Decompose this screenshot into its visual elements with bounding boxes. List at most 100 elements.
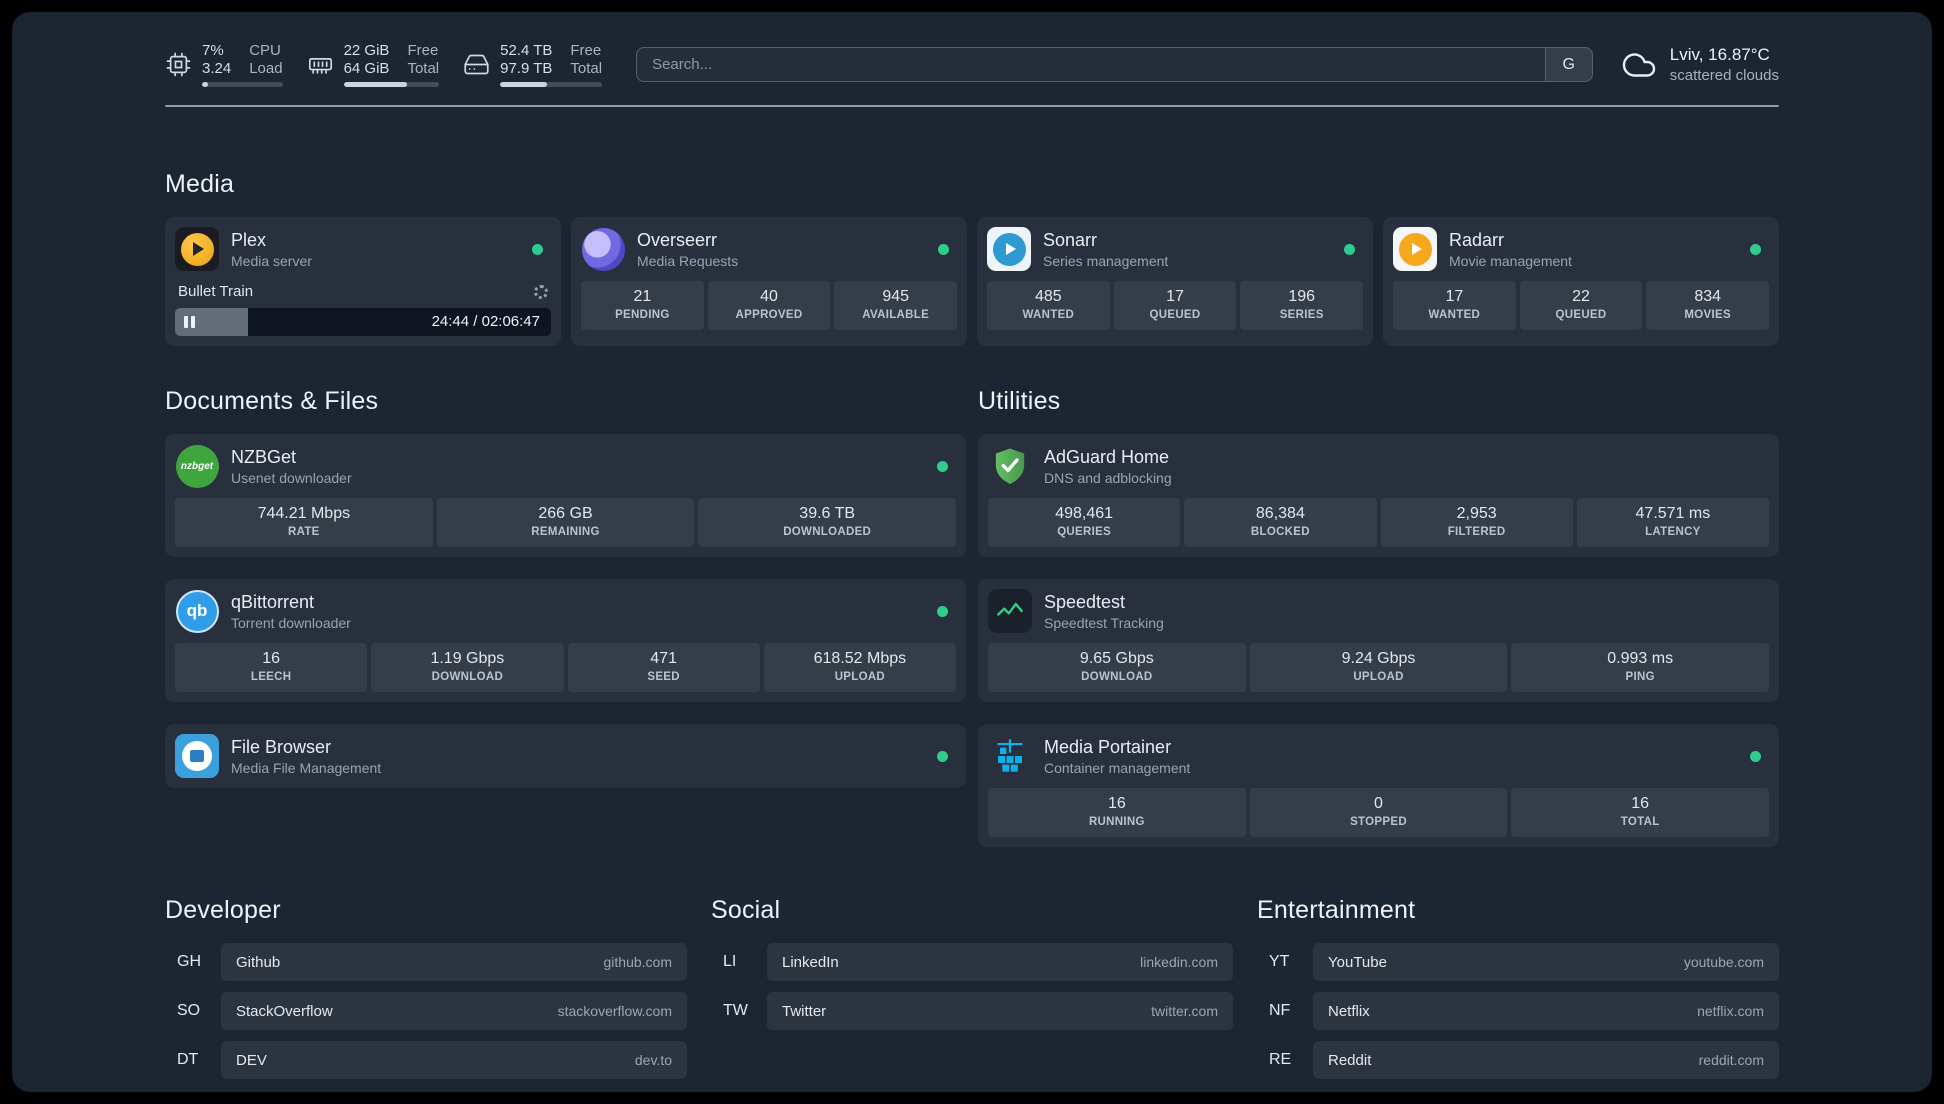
plex-now-playing: Bullet Train 24:44 / 02:06:47 [175, 281, 551, 336]
search-input[interactable] [637, 48, 1545, 81]
disk-label-1: Free [570, 42, 602, 59]
stat-block: 21 PENDING [581, 281, 704, 330]
search-provider-button[interactable]: G [1544, 48, 1592, 81]
bookmark-name: Netflix [1328, 1002, 1370, 1020]
service-card-overseerr[interactable]: Overseerr Media Requests 21 PENDING 40 A… [571, 217, 967, 346]
service-card-sonarr[interactable]: Sonarr Series management 485 WANTED 17 Q… [977, 217, 1373, 346]
stat-value: 744.21 Mbps [257, 505, 351, 522]
stat-value: 471 [650, 650, 677, 667]
service-card-adguard[interactable]: AdGuard Home DNS and adblocking 498,461 … [978, 434, 1779, 557]
bookmarks-area: Developer GH Github github.com SO StackO… [165, 895, 1779, 1092]
bookmark-group-social: Social LI LinkedIn linkedin.com TW Twitt… [711, 895, 1233, 1041]
stat-value: 0.993 ms [1607, 650, 1674, 667]
bookmark-dev[interactable]: DT DEV dev.to [165, 1041, 687, 1079]
service-title: AdGuard Home [1044, 446, 1170, 467]
resource-widgets: 7% CPU 3.24 Load 22 GiB Free 64 GiB Tota… [165, 42, 603, 87]
service-subtitle: Container management [1044, 759, 1191, 776]
gear-icon[interactable] [534, 284, 548, 299]
playback-progress-fill [175, 308, 249, 336]
bookmark-twitter[interactable]: TW Twitter twitter.com [711, 992, 1233, 1030]
memory-icon [307, 51, 334, 78]
service-card-portainer[interactable]: Media Portainer Container management 16 … [978, 724, 1779, 847]
service-card-radarr[interactable]: Radarr Movie management 17 WANTED 22 QUE… [1383, 217, 1779, 346]
pause-icon[interactable] [184, 316, 195, 328]
stat-value: 1.19 Gbps [430, 650, 505, 667]
stat-value: 86,384 [1255, 505, 1305, 522]
service-subtitle: Series management [1043, 252, 1169, 269]
bookmark-github[interactable]: GH Github github.com [165, 943, 687, 981]
stat-label: STOPPED [1350, 816, 1407, 828]
stat-value: 485 [1034, 288, 1062, 305]
status-dot-online [938, 243, 949, 255]
service-title: Radarr [1449, 229, 1505, 250]
stat-value: 266 GB [538, 505, 593, 522]
service-title: Overseerr [637, 229, 718, 250]
service-card-qbittorrent[interactable]: qb qBittorrent Torrent downloader 16 LEE… [165, 579, 966, 702]
stat-block: 16 RUNNING [988, 788, 1246, 837]
service-subtitle: Speedtest Tracking [1044, 614, 1164, 631]
service-subtitle: DNS and adblocking [1044, 469, 1172, 486]
service-subtitle: Torrent downloader [231, 614, 351, 631]
section-title-media: Media [165, 170, 235, 198]
service-card-nzbget[interactable]: nzbget NZBGet Usenet downloader 744.21 M… [165, 434, 966, 557]
playback-progress-bar[interactable]: 24:44 / 02:06:47 [175, 308, 551, 336]
status-dot-online [1750, 243, 1761, 255]
stat-value: 196 [1288, 288, 1316, 305]
nzbget-icon: nzbget [175, 444, 219, 488]
cloud-icon [1621, 47, 1657, 83]
stat-label: APPROVED [735, 309, 803, 321]
section-title-social: Social [711, 896, 781, 924]
sonarr-icon [987, 227, 1031, 271]
stat-label: LATENCY [1645, 526, 1701, 538]
section-title-entertainment: Entertainment [1257, 896, 1416, 924]
bookmark-stackoverflow[interactable]: SO StackOverflow stackoverflow.com [165, 992, 687, 1030]
dashboard-app: 7% CPU 3.24 Load 22 GiB Free 64 GiB Tota… [12, 12, 1932, 1092]
qbittorrent-icon-text: qb [186, 601, 208, 620]
speedtest-icon [988, 589, 1032, 633]
service-title: File Browser [231, 736, 332, 757]
stat-block: 471 SEED [567, 643, 760, 692]
cpu-label-1: CPU [249, 42, 281, 59]
stat-label: PING [1625, 671, 1655, 683]
bookmark-abbr: SO [177, 1002, 201, 1019]
radarr-icon [1393, 227, 1437, 271]
disk-widget: 52.4 TB Free 97.9 TB Total [463, 42, 603, 87]
stat-value: 16 [1107, 795, 1126, 812]
stat-block: 834 MOVIES [1646, 281, 1770, 330]
status-dot-online [532, 243, 543, 255]
disk-total-value: 97.9 TB [500, 60, 553, 77]
stat-label: UPLOAD [834, 671, 886, 683]
search-bar[interactable]: G [636, 47, 1593, 82]
service-card-plex[interactable]: Plex Media server Bullet Train 24:44 / 0… [165, 217, 561, 346]
bookmark-reddit[interactable]: RE Reddit reddit.com [1257, 1041, 1779, 1079]
stat-value: 40 [760, 288, 778, 305]
service-card-filebrowser[interactable]: File Browser Media File Management [165, 724, 966, 788]
stat-block: 744.21 Mbps RATE [175, 498, 433, 547]
bookmark-linkedin[interactable]: LI LinkedIn linkedin.com [711, 943, 1233, 981]
stat-value: 17 [1166, 288, 1184, 305]
bookmark-netflix[interactable]: NF Netflix netflix.com [1257, 992, 1779, 1030]
stat-value: 17 [1445, 288, 1464, 305]
bookmark-youtube[interactable]: YT YouTube youtube.com [1257, 943, 1779, 981]
stat-value: 21 [633, 288, 652, 305]
cpu-icon [165, 51, 192, 78]
stat-label: QUEUED [1555, 309, 1607, 321]
service-title: Plex [231, 229, 267, 250]
cpu-widget: 7% CPU 3.24 Load [165, 42, 283, 87]
stat-label: RATE [288, 526, 320, 538]
bookmark-name: StackOverflow [236, 1002, 333, 1020]
bookmark-abbr: YT [1269, 953, 1290, 970]
section-utilities: Utilities AdGuard Home DNS and adblockin… [978, 386, 1779, 847]
stat-label: TOTAL [1620, 816, 1660, 828]
stat-label: BLOCKED [1250, 526, 1310, 538]
top-bar: 7% CPU 3.24 Load 22 GiB Free 64 GiB Tota… [165, 42, 1779, 87]
service-card-speedtest[interactable]: Speedtest Speedtest Tracking 9.65 Gbps D… [978, 579, 1779, 702]
stat-value: 39.6 TB [799, 505, 856, 522]
disk-label-2: Total [570, 60, 603, 77]
stat-block: 0.993 ms PING [1511, 643, 1770, 692]
stat-label: DOWNLOAD [1081, 671, 1153, 683]
stat-block: 618.52 Mbps UPLOAD [763, 643, 956, 692]
memory-progress-fill [343, 82, 407, 87]
stat-label: QUERIES [1057, 526, 1112, 538]
stat-block: 22 QUEUED [1519, 281, 1643, 330]
